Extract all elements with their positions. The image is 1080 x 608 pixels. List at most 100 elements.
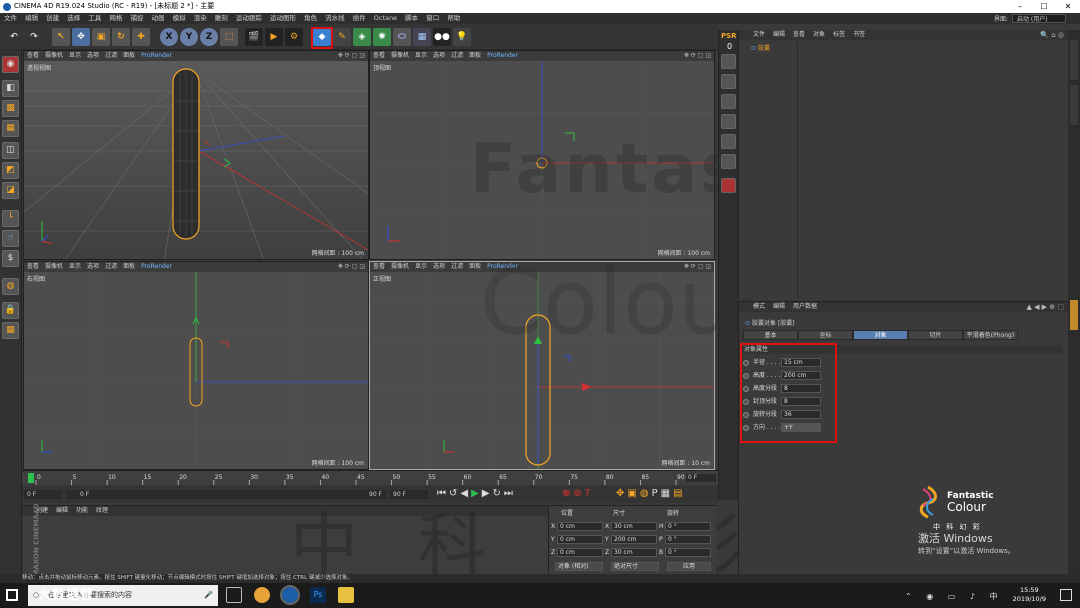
- menu-mograph[interactable]: 运动图形: [270, 14, 296, 22]
- menu-select[interactable]: 选择: [67, 14, 80, 22]
- rotate-icon[interactable]: ↻: [112, 28, 130, 46]
- vp-menu-options[interactable]: 选项: [87, 263, 99, 270]
- menu-window[interactable]: 窗口: [426, 14, 439, 22]
- move-icon[interactable]: ✥: [72, 28, 90, 46]
- menu-snap[interactable]: 捕捉: [130, 14, 143, 22]
- enable-snap-icon[interactable]: ◍: [2, 278, 19, 295]
- array-icon[interactable]: ✺: [373, 28, 391, 46]
- deformer-icon[interactable]: ⬭: [393, 28, 411, 46]
- am-nav-icons[interactable]: ▲ ◀ ▶ ⊕ ⬚: [1026, 303, 1064, 311]
- vp-menu-display[interactable]: 显示: [69, 263, 81, 270]
- undo-icon[interactable]: ↶: [5, 28, 23, 46]
- om-menu-file[interactable]: 文件: [753, 31, 765, 38]
- mm-menu-function[interactable]: 功能: [76, 507, 88, 514]
- om-menu-edit[interactable]: 编辑: [773, 31, 785, 38]
- camera-icon[interactable]: ●●: [433, 28, 451, 46]
- om-menu-tags[interactable]: 标签: [833, 31, 845, 38]
- cinema4d-taskbar-icon[interactable]: [280, 585, 300, 605]
- tab-object[interactable]: 对象: [853, 330, 908, 340]
- viewport-right[interactable]: 查看 摄像机 显示 选项 过滤 面板 ProRender ✥ ⟳ ▢ ◲ 右视图 网格间距 …: [23, 261, 369, 470]
- size-mode-dropdown[interactable]: 绝对尺寸: [611, 562, 659, 571]
- side-tab-content[interactable]: [1070, 85, 1078, 125]
- menu-file[interactable]: 文件: [4, 14, 17, 22]
- mm-menu-texture[interactable]: 纹理: [96, 507, 108, 514]
- strip-tool-6-icon[interactable]: [721, 154, 736, 169]
- playhead[interactable]: [28, 473, 34, 483]
- om-menu-view[interactable]: 查看: [793, 31, 805, 38]
- microphone-icon[interactable]: 🎤: [204, 585, 213, 606]
- viewport-nav-icons[interactable]: ✥ ⟳ ▢ ◲: [684, 51, 711, 61]
- texture-mode-icon[interactable]: ▩: [2, 100, 19, 117]
- coord-mode-dropdown[interactable]: 对象 (相对): [555, 562, 603, 571]
- live-selection-icon[interactable]: ↖: [52, 28, 70, 46]
- file-explorer-icon[interactable]: [338, 587, 354, 603]
- vp-menu-view[interactable]: 查看: [373, 52, 385, 59]
- render-settings-icon[interactable]: ⚙: [285, 28, 303, 46]
- polygons-mode-icon[interactable]: ◪: [2, 182, 19, 199]
- task-view-icon[interactable]: [226, 587, 242, 603]
- menu-help[interactable]: 帮助: [447, 14, 460, 22]
- vp-menu-options[interactable]: 选项: [87, 52, 99, 59]
- menu-motion-tracking[interactable]: 运动跟踪: [236, 14, 262, 22]
- system-tray-icons[interactable]: ⌃ ◉ ▭ ♪ 中: [905, 591, 1004, 602]
- vp-menu-filter[interactable]: 过滤: [105, 263, 117, 270]
- strip-tool-7-icon[interactable]: [721, 178, 736, 193]
- vp-menu-panel[interactable]: 面板: [123, 52, 135, 59]
- pen-spline-icon[interactable]: ✎: [333, 28, 351, 46]
- vp-menu-display[interactable]: 显示: [415, 52, 427, 59]
- make-editable-icon[interactable]: ◉: [2, 56, 19, 73]
- strip-tool-3-icon[interactable]: [721, 94, 736, 109]
- tab-basic[interactable]: 基本: [743, 330, 798, 340]
- vp-menu-camera[interactable]: 摄像机: [45, 52, 63, 59]
- tab-phong[interactable]: 平滑着色(Phong): [963, 330, 1018, 340]
- photoshop-icon[interactable]: Ps: [310, 587, 326, 603]
- am-menu-userdata[interactable]: 用户数据: [793, 303, 817, 310]
- size-x-input[interactable]: 30 cm: [611, 522, 657, 531]
- rot-h-input[interactable]: 0 °: [665, 522, 711, 531]
- vp-menu-view[interactable]: 查看: [27, 263, 39, 270]
- y-axis-icon[interactable]: Y: [180, 28, 198, 46]
- layout-dropdown[interactable]: 启动 (用户): [1012, 14, 1066, 23]
- edges-mode-icon[interactable]: ◩: [2, 162, 19, 179]
- timeline-end-frame[interactable]: 0 F: [686, 474, 716, 482]
- render-picture-viewer-icon[interactable]: ▶: [265, 28, 283, 46]
- snap-icon[interactable]: $: [2, 250, 19, 267]
- viewport-nav-icons[interactable]: ✥ ⟳ ▢ ◲: [338, 262, 365, 272]
- floor-icon[interactable]: ▦: [413, 28, 431, 46]
- model-mode-icon[interactable]: ◧: [2, 80, 19, 97]
- menu-create[interactable]: 创建: [46, 14, 59, 22]
- mm-menu-edit[interactable]: 编辑: [56, 507, 68, 514]
- am-menu-mode[interactable]: 模式: [753, 303, 765, 310]
- menu-animate[interactable]: 动画: [152, 14, 165, 22]
- menu-mesh[interactable]: 网格: [109, 14, 122, 22]
- menu-render[interactable]: 渲染: [194, 14, 207, 22]
- vp-menu-panel[interactable]: 面板: [469, 52, 481, 59]
- pos-x-input[interactable]: 0 cm: [557, 522, 603, 531]
- size-z-input[interactable]: 30 cm: [611, 548, 657, 557]
- x-axis-icon[interactable]: X: [160, 28, 178, 46]
- chrome-icon[interactable]: [254, 587, 270, 603]
- tab-slice[interactable]: 切片: [908, 330, 963, 340]
- menu-plugins[interactable]: 插件: [353, 14, 366, 22]
- am-menu-edit[interactable]: 编辑: [773, 303, 785, 310]
- apply-button[interactable]: 应用: [667, 562, 711, 571]
- pos-z-input[interactable]: 0 cm: [557, 548, 603, 557]
- vp-menu-view[interactable]: 查看: [27, 52, 39, 59]
- rot-p-input[interactable]: 0 °: [665, 535, 711, 544]
- axis-mode-icon[interactable]: └: [2, 210, 19, 227]
- strip-tool-5-icon[interactable]: [721, 134, 736, 149]
- close-button[interactable]: ✕: [1056, 0, 1080, 13]
- side-tab-objects[interactable]: [1070, 40, 1078, 80]
- side-tab-attributes[interactable]: [1070, 300, 1078, 330]
- strip-tool-4-icon[interactable]: [721, 114, 736, 129]
- strip-tool-2-icon[interactable]: [721, 74, 736, 89]
- vp-menu-panel[interactable]: 面板: [123, 263, 135, 270]
- vp-menu-camera[interactable]: 摄像机: [45, 263, 63, 270]
- om-search-icon[interactable]: 🔍 ⌂ ◎: [1040, 31, 1064, 39]
- menu-octane[interactable]: Octane: [374, 14, 397, 22]
- menu-edit[interactable]: 编辑: [25, 14, 38, 22]
- taskbar-clock[interactable]: 15:59 2019/10/9: [1013, 586, 1046, 604]
- planar-workplane-icon[interactable]: ▦: [2, 322, 19, 339]
- pos-y-input[interactable]: 0 cm: [557, 535, 603, 544]
- tab-coord[interactable]: 坐标: [798, 330, 853, 340]
